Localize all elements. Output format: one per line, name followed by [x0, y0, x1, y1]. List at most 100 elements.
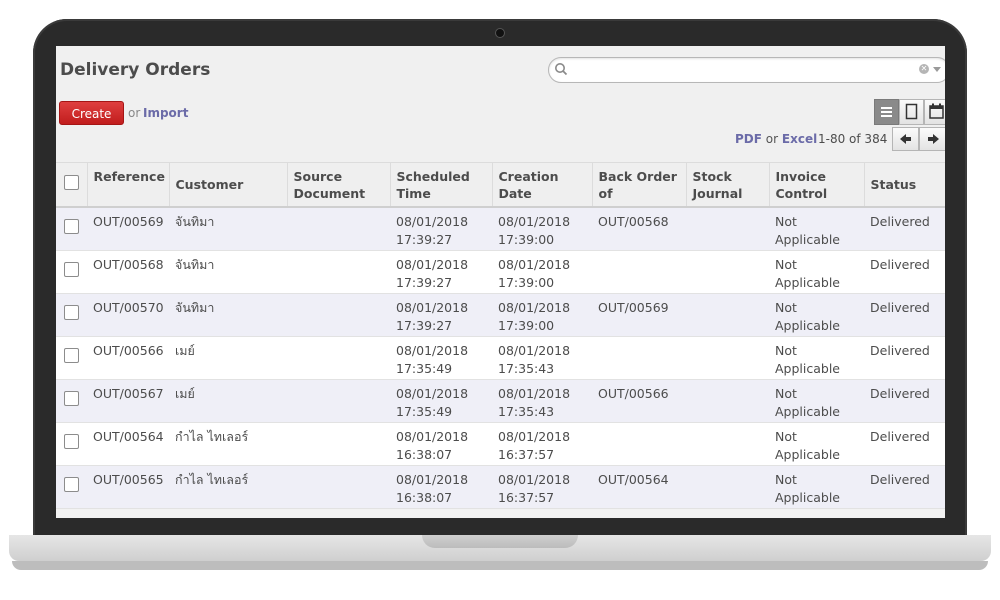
page-title: Delivery Orders — [60, 60, 211, 80]
stock-journal-cell — [686, 250, 769, 294]
search-input[interactable]: ✕ — [548, 57, 945, 83]
creation-date-cell: 08/01/2018 17:39:00 — [492, 293, 592, 337]
table-row[interactable]: OUT/00570 จันทิมา 08/01/2018 17:39:27 08… — [56, 293, 945, 337]
list-view-button[interactable] — [874, 99, 899, 125]
reference-cell: OUT/00566 — [87, 336, 169, 380]
calendar-icon — [929, 103, 944, 119]
status-cell: Delivered — [864, 293, 945, 337]
camera-icon — [495, 28, 505, 38]
pager-value[interactable]: 1-80 of 384 — [818, 132, 887, 146]
create-button[interactable]: Create — [59, 101, 124, 125]
reference-cell: OUT/00565 — [87, 465, 169, 509]
app-screen: Delivery Orders ✕ Create or Import PDF o… — [56, 46, 945, 518]
back-order-cell: OUT/00569 — [592, 293, 686, 337]
column-header-invoice-control[interactable]: Invoice Control — [768, 162, 864, 208]
reference-cell: OUT/00570 — [87, 293, 169, 337]
row-select-cell — [56, 293, 87, 337]
customer-cell: เมย์ — [169, 336, 287, 380]
table-header-row: Reference Customer Source Document Sched… — [56, 162, 945, 208]
column-header-reference[interactable]: Reference — [86, 162, 169, 208]
pager-previous-button[interactable] — [892, 127, 919, 151]
scheduled-time-cell: 08/01/2018 17:39:27 — [390, 207, 492, 251]
reference-cell: OUT/00568 — [87, 250, 169, 294]
arrow-right-icon — [928, 134, 939, 144]
select-all-checkbox[interactable] — [64, 175, 79, 190]
row-checkbox[interactable] — [64, 304, 79, 320]
arrow-left-icon — [900, 134, 911, 144]
customer-cell: กำไล ไทเลอร์ — [169, 465, 287, 509]
scheduled-time-cell: 08/01/2018 17:35:49 — [390, 379, 492, 423]
stock-journal-cell — [686, 465, 769, 509]
creation-date-cell: 08/01/2018 16:37:57 — [492, 465, 592, 509]
invoice-control-cell: Not Applicable — [769, 207, 864, 251]
customer-cell: จันทิมา — [169, 207, 287, 251]
pdf-export-link[interactable]: PDF — [735, 132, 762, 146]
stock-journal-cell — [686, 422, 769, 466]
creation-date-cell: 08/01/2018 17:39:00 — [492, 207, 592, 251]
form-icon — [905, 103, 918, 120]
status-cell: Delivered — [864, 465, 945, 509]
pager-next-button[interactable] — [919, 127, 945, 151]
status-cell: Delivered — [864, 336, 945, 380]
calendar-view-button[interactable] — [924, 99, 945, 125]
row-checkbox[interactable] — [64, 433, 79, 449]
creation-date-cell: 08/01/2018 17:35:43 — [492, 336, 592, 380]
table-row[interactable]: OUT/00567 เมย์ 08/01/2018 17:35:49 08/01… — [56, 379, 945, 423]
list-icon — [881, 107, 892, 117]
back-order-cell — [592, 250, 686, 294]
scheduled-time-cell: 08/01/2018 17:39:27 — [390, 293, 492, 337]
row-select-cell — [56, 250, 87, 294]
invoice-control-cell: Not Applicable — [769, 379, 864, 423]
source-document-cell — [287, 422, 390, 466]
table-row[interactable]: OUT/00565 กำไล ไทเลอร์ 08/01/2018 16:38:… — [56, 465, 945, 509]
column-header-customer[interactable]: Customer — [168, 162, 287, 208]
row-checkbox[interactable] — [64, 390, 79, 406]
stock-journal-cell — [686, 293, 769, 337]
column-header-back-order[interactable]: Back Order of — [591, 162, 686, 208]
laptop-base-shadow — [12, 561, 988, 570]
table-row[interactable]: OUT/00569 จันทิมา 08/01/2018 17:39:27 08… — [56, 207, 945, 251]
table-row[interactable]: OUT/00564 กำไล ไทเลอร์ 08/01/2018 16:38:… — [56, 422, 945, 466]
source-document-cell — [287, 250, 390, 294]
stock-journal-cell — [686, 336, 769, 380]
column-header-creation-date[interactable]: Creation Date — [491, 162, 592, 208]
row-checkbox[interactable] — [64, 476, 79, 492]
back-order-cell: OUT/00566 — [592, 379, 686, 423]
table-row[interactable]: OUT/00566 เมย์ 08/01/2018 17:35:49 08/01… — [56, 336, 945, 380]
status-cell: Delivered — [864, 422, 945, 466]
delivery-orders-table: Reference Customer Source Document Sched… — [56, 162, 945, 509]
or-label: or — [128, 106, 141, 120]
reference-cell: OUT/00569 — [87, 207, 169, 251]
column-header-scheduled-time[interactable]: Scheduled Time — [389, 162, 492, 208]
column-header-status[interactable]: Status — [863, 162, 945, 208]
stock-journal-cell — [686, 379, 769, 423]
form-view-button[interactable] — [899, 99, 924, 125]
stock-journal-cell — [686, 207, 769, 251]
row-checkbox[interactable] — [64, 347, 79, 363]
chevron-down-icon[interactable] — [933, 67, 941, 72]
clear-search-icon[interactable]: ✕ — [919, 64, 929, 74]
row-select-cell — [56, 465, 87, 509]
invoice-control-cell: Not Applicable — [769, 422, 864, 466]
excel-export-link[interactable]: Excel — [782, 132, 817, 146]
row-select-cell — [56, 422, 87, 466]
row-checkbox[interactable] — [64, 261, 79, 277]
column-header-stock-journal[interactable]: Stock Journal — [685, 162, 769, 208]
table-row[interactable]: OUT/00568 จันทิมา 08/01/2018 17:39:27 08… — [56, 250, 945, 294]
select-all-cell — [56, 162, 87, 208]
creation-date-cell: 08/01/2018 17:35:43 — [492, 379, 592, 423]
invoice-control-cell: Not Applicable — [769, 336, 864, 380]
row-select-cell — [56, 207, 87, 251]
source-document-cell — [287, 465, 390, 509]
laptop-notch — [422, 535, 578, 548]
invoice-control-cell: Not Applicable — [769, 465, 864, 509]
reference-cell: OUT/00567 — [87, 379, 169, 423]
scheduled-time-cell: 08/01/2018 17:39:27 — [390, 250, 492, 294]
scheduled-time-cell: 08/01/2018 17:35:49 — [390, 336, 492, 380]
import-link[interactable]: Import — [143, 106, 188, 120]
column-header-source-document[interactable]: Source Document — [286, 162, 390, 208]
row-select-cell — [56, 336, 87, 380]
export-or-label: or — [765, 132, 779, 146]
search-icon — [555, 63, 568, 76]
row-checkbox[interactable] — [64, 219, 79, 234]
